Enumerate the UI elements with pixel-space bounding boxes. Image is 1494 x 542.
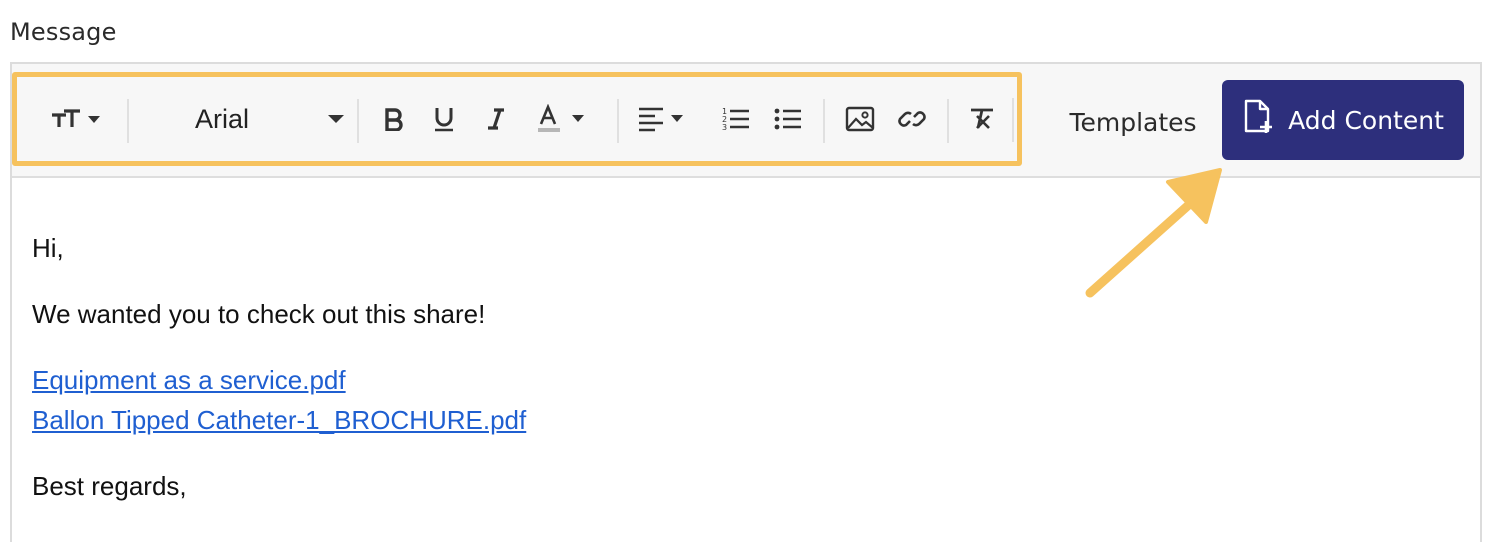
toolbar-divider bbox=[617, 99, 619, 143]
align-left-icon bbox=[637, 106, 693, 132]
unordered-list-button[interactable] bbox=[767, 77, 809, 161]
ordered-list-button[interactable]: 1 2 3 bbox=[715, 77, 757, 161]
clear-formatting-button[interactable] bbox=[959, 77, 1005, 161]
chevron-down-icon bbox=[327, 113, 345, 125]
toolbar-divider bbox=[947, 99, 949, 143]
signoff-text: Best regards, bbox=[32, 471, 187, 501]
add-content-button[interactable]: Add Content bbox=[1222, 80, 1464, 160]
svg-text:3: 3 bbox=[722, 123, 727, 132]
toolbar-divider bbox=[823, 99, 825, 143]
attachment-links: Equipment as a service.pdf Ballon Tipped… bbox=[32, 360, 1480, 440]
text-size-dropdown[interactable] bbox=[39, 77, 109, 161]
message-field-label: Message bbox=[10, 18, 117, 46]
text-size-icon bbox=[46, 105, 102, 133]
underline-button[interactable] bbox=[423, 77, 465, 161]
greeting-text: Hi, bbox=[32, 233, 64, 263]
templates-button[interactable]: Templates bbox=[1058, 82, 1208, 162]
toolbar-divider bbox=[357, 99, 359, 143]
align-dropdown[interactable] bbox=[635, 77, 695, 161]
clear-formatting-icon bbox=[968, 106, 996, 132]
text-color-icon bbox=[536, 104, 592, 134]
font-family-label: Arial bbox=[195, 103, 250, 134]
formatting-toolbar-highlight: Arial 1 2 3 bbox=[12, 72, 1022, 166]
underline-icon bbox=[433, 106, 455, 132]
toolbar-divider bbox=[127, 99, 129, 143]
attachment-link[interactable]: Ballon Tipped Catheter-1_BROCHURE.pdf bbox=[32, 400, 1480, 440]
image-icon bbox=[845, 106, 875, 132]
attachment-link[interactable]: Equipment as a service.pdf bbox=[32, 360, 1480, 400]
font-family-dropdown[interactable]: Arial bbox=[147, 77, 347, 161]
italic-button[interactable] bbox=[475, 77, 517, 161]
bold-icon bbox=[384, 107, 404, 131]
unordered-list-icon bbox=[774, 106, 802, 132]
text-color-dropdown[interactable] bbox=[529, 77, 599, 161]
toolbar-divider bbox=[1012, 98, 1014, 142]
link-icon bbox=[897, 104, 927, 134]
editor-toolbar: Arial 1 2 3 Templates Add Content bbox=[12, 64, 1480, 178]
bold-button[interactable] bbox=[373, 77, 415, 161]
message-editor: Arial 1 2 3 Templates Add Content Hi, We… bbox=[10, 62, 1482, 542]
insert-image-button[interactable] bbox=[837, 77, 883, 161]
file-add-icon bbox=[1242, 99, 1274, 141]
ordered-list-icon: 1 2 3 bbox=[722, 106, 750, 132]
add-content-label: Add Content bbox=[1288, 105, 1444, 135]
italic-icon bbox=[486, 107, 506, 131]
message-body[interactable]: Hi, We wanted you to check out this shar… bbox=[12, 178, 1480, 538]
insert-link-button[interactable] bbox=[889, 77, 935, 161]
message-text: We wanted you to check out this share! bbox=[32, 299, 486, 329]
